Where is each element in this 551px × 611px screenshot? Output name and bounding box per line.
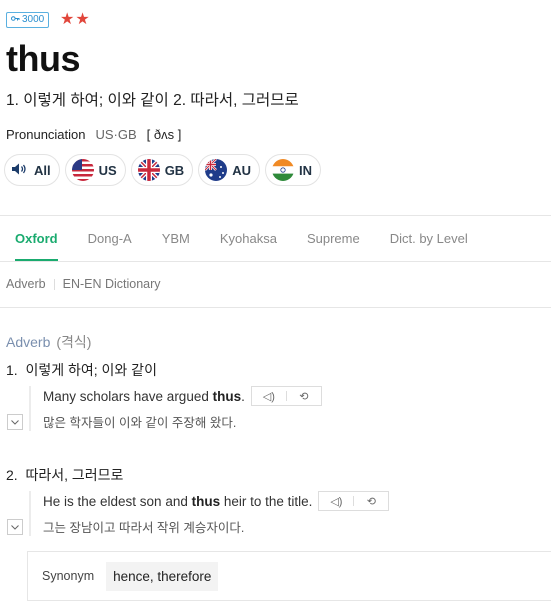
chevron-down-icon[interactable] [7, 519, 23, 535]
accent-au-label: AU [232, 162, 251, 178]
key-icon [11, 13, 20, 27]
example-audio-controls: ◁) ⟲ [250, 386, 322, 406]
sense-number: 2. [6, 467, 18, 483]
sense-number: 1. [6, 362, 18, 378]
example-translation: 많은 학자들이 이와 같이 주장해 왔다. [43, 416, 237, 430]
au-flag-icon [205, 159, 228, 181]
dictionary-tabs: Oxford Dong-A YBM Kyohaksa Supreme Dict.… [0, 217, 551, 261]
accent-us-label: US [98, 162, 117, 178]
tab-kyohaksa[interactable]: Kyohaksa [205, 217, 292, 261]
accent-us-button[interactable]: US [64, 154, 126, 186]
divider [0, 307, 551, 308]
tab-dict-by-level[interactable]: Dict. by Level [375, 217, 483, 261]
sense-meaning: 이렇게 하여; 이와 같이 [25, 362, 157, 378]
accent-in-label: IN [298, 162, 312, 178]
pos-label: Adverb [6, 334, 51, 350]
sense-2: 2. 따라서, 그러므로 [6, 465, 123, 485]
accent-au-button[interactable]: AU [198, 154, 260, 186]
part-of-speech: Adverb (격식) [6, 332, 91, 352]
meaning-summary: 1. 이렇게 하여; 이와 같이 2. 따라서, 그러므로 [6, 92, 299, 109]
accent-in-button[interactable]: IN [264, 154, 321, 186]
tab-supreme[interactable]: Supreme [292, 217, 375, 261]
repeat-icon[interactable]: ⟲ [287, 390, 321, 403]
tab-oxford[interactable]: Oxford [0, 217, 73, 261]
accent-gb-label: GB [164, 162, 185, 178]
example-translation: 그는 장남이고 따라서 작위 계승자이다. [43, 521, 245, 535]
us-flag-icon [71, 159, 94, 181]
in-flag-icon [271, 159, 294, 181]
separator [53, 278, 55, 290]
sense-meaning: 따라서, 그러므로 [25, 467, 124, 483]
synonym-label: Synonym [42, 569, 95, 583]
headword: thus [6, 38, 81, 79]
pronunciation-row: Pronunciation US·GB [ ðʌs ] [6, 127, 181, 142]
pronunciation-ipa: [ ðʌs ] [146, 127, 182, 142]
pronunciation-label: Pronunciation [6, 127, 86, 142]
play-audio-icon[interactable]: ◁) [252, 390, 286, 403]
subnav-pos-link[interactable]: Adverb [6, 277, 46, 291]
tab-dong-a[interactable]: Dong-A [73, 217, 147, 261]
play-audio-icon[interactable]: ◁) [319, 495, 353, 508]
example-2: He is the eldest son and thus heir to th… [29, 491, 390, 536]
tab-ybm[interactable]: YBM [147, 217, 205, 261]
example-1: Many scholars have argued thus. ◁) ⟲ 많은 … [29, 386, 322, 431]
sense-1: 1. 이렇게 하여; 이와 같이 [6, 360, 157, 380]
accent-all-button[interactable]: All [4, 154, 60, 186]
divider [0, 261, 551, 262]
accent-all-label: All [34, 162, 51, 178]
usage-label: (격식) [56, 334, 92, 350]
accent-gb-button[interactable]: GB [130, 154, 194, 186]
example-sentence: Many scholars have argued thus. [43, 388, 245, 404]
level-badge-text: 3000 [22, 14, 45, 25]
repeat-icon[interactable]: ⟲ [354, 495, 388, 508]
accent-buttons: All US GB AU IN [4, 154, 321, 186]
uk-flag-icon [137, 159, 160, 181]
chevron-down-icon[interactable] [7, 414, 23, 430]
example-audio-controls: ◁) ⟲ [318, 491, 390, 511]
example-sentence: He is the eldest son and thus heir to th… [43, 493, 313, 509]
speaker-icon [11, 162, 29, 179]
subnav: Adverb EN-EN Dictionary [6, 277, 161, 291]
star-rating: ★★ [60, 11, 91, 28]
synonym-box: Synonym hence, therefore [27, 551, 551, 601]
synonym-values[interactable]: hence, therefore [106, 561, 219, 591]
level-badge: 3000 [6, 12, 50, 28]
subnav-dictionary-link[interactable]: EN-EN Dictionary [63, 277, 161, 291]
pronunciation-region: US·GB [95, 127, 137, 142]
divider [0, 215, 551, 216]
